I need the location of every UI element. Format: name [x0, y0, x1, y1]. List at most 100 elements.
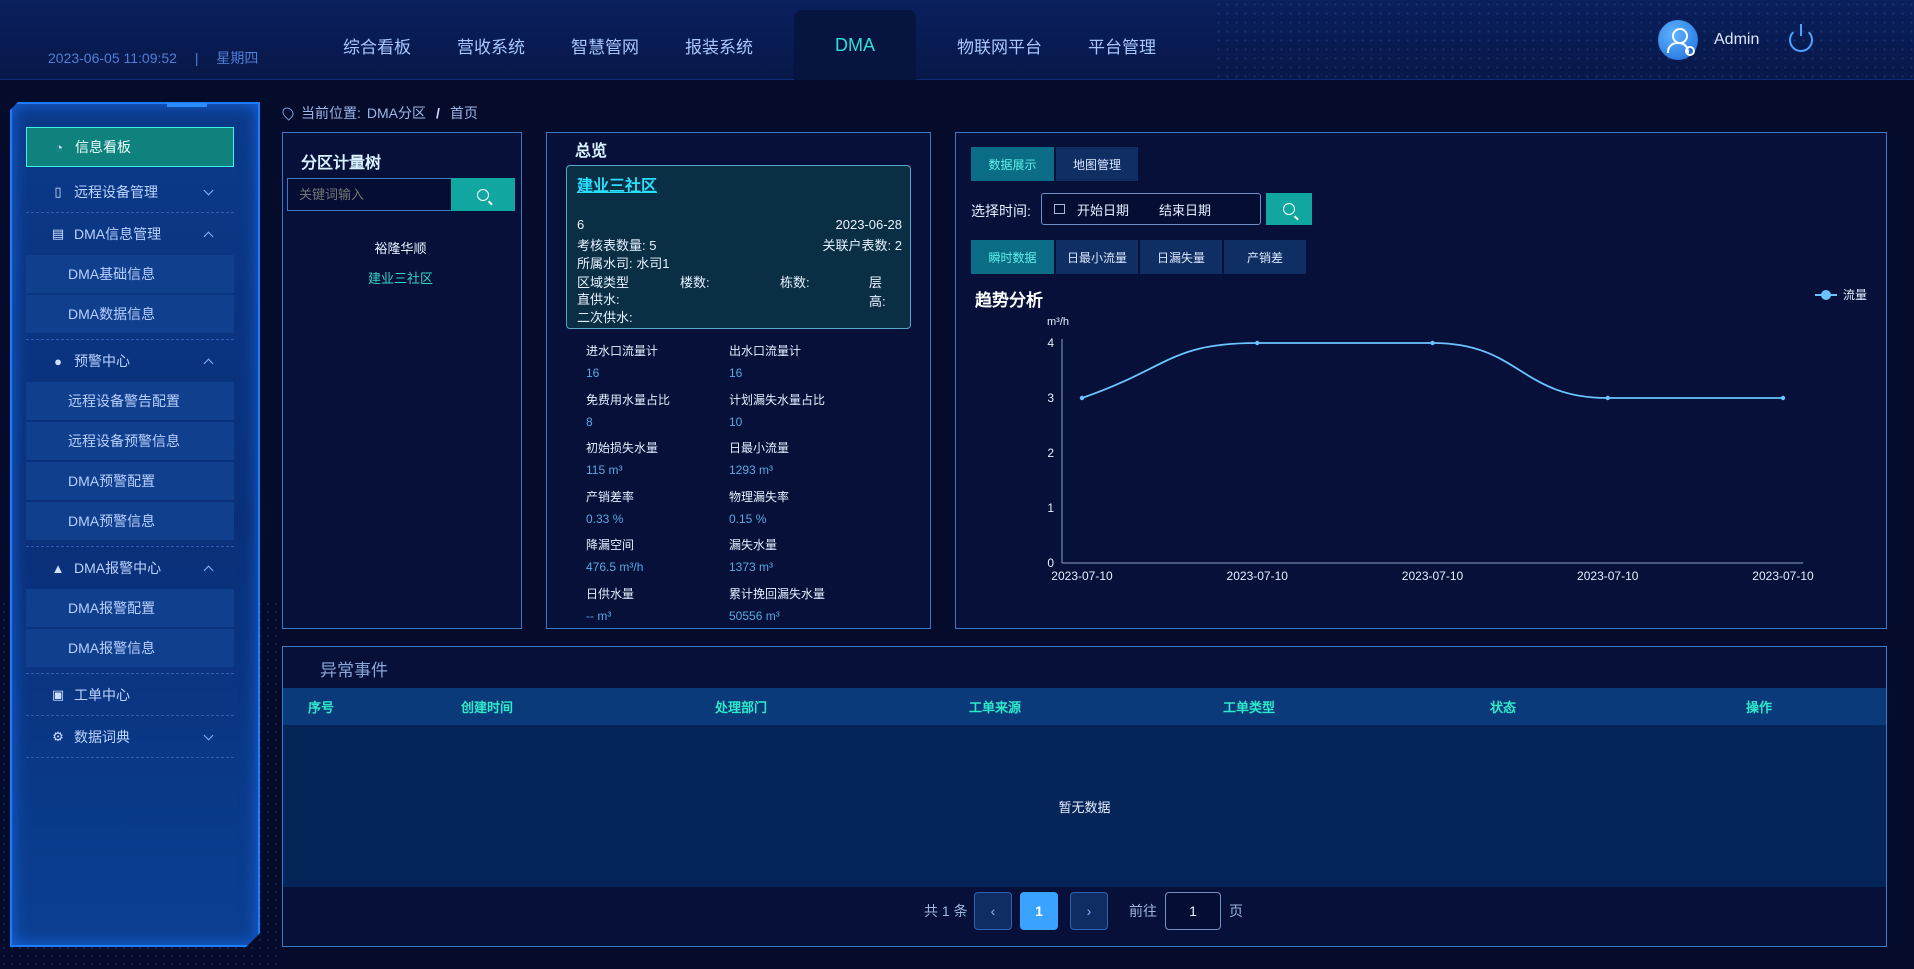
tab-data-display[interactable]: 数据展示 [971, 147, 1054, 181]
sidebar-item-dma-warning-info[interactable]: DMA预警信息 [26, 502, 234, 540]
events-table-header: 序号 创建时间 处理部门 工单来源 工单类型 状态 操作 [283, 688, 1886, 725]
search-icon [1283, 203, 1295, 215]
stat-label: 进水口流量计 [586, 344, 659, 358]
sidebar-item-label: 信息看板 [75, 139, 131, 155]
stat-value: 0.33 % [586, 511, 624, 526]
secondary-supply: 二次供水: [577, 310, 633, 325]
goto-label: 前往 [1129, 903, 1157, 919]
clipboard-icon: ▣ [51, 686, 65, 702]
sidebar-group-alarm: ▲ DMA报警中心 DMA报警配置 DMA报警信息 [26, 547, 234, 674]
series-line-flow [1081, 342, 1783, 399]
sidebar-item-data-dictionary[interactable]: ⚙ 数据词典 [26, 716, 234, 758]
start-date-input[interactable]: 开始日期 [1077, 200, 1129, 219]
nav-dma[interactable]: DMA [794, 10, 916, 80]
sidebar-item-work-orders[interactable]: ▣ 工单中心 [26, 674, 234, 716]
trend-chart: m³/h 0 1 2 3 4 2023-07-10 2023-07-10 2023-07-10 2… [1047, 316, 1814, 583]
tree-search-button[interactable] [451, 178, 515, 211]
nav-platform-admin[interactable]: 平台管理 [1065, 10, 1179, 80]
sidebar-item-dma-warning-config[interactable]: DMA预警配置 [26, 462, 234, 500]
chart-legend[interactable]: 流量 [1815, 286, 1867, 303]
tab-daily-min-flow[interactable]: 日最小流量 [1056, 240, 1138, 274]
district-date: 2023-06-28 [835, 217, 903, 232]
x-tick-label: 2023-07-10 [1752, 569, 1814, 583]
tree-node-yulong[interactable]: 裕隆华顺 [282, 238, 519, 257]
search-icon [477, 188, 489, 201]
nav-revenue[interactable]: 营收系统 [434, 10, 548, 80]
page-suffix: 页 [1229, 903, 1243, 919]
data-point [1255, 340, 1260, 346]
stat-label: 计划漏失水量占比 [729, 392, 826, 407]
x-tick-label: 2023-07-10 [1051, 569, 1113, 583]
x-tick-label: 2023-07-10 [1402, 569, 1464, 583]
stat-label: 免费用水量占比 [586, 392, 671, 407]
column-header: 处理部门 [715, 700, 768, 715]
sidebar-item-alarm-center[interactable]: ▲ DMA报警中心 [26, 547, 234, 589]
column-header: 创建时间 [461, 700, 514, 715]
stat-label: 出水口流量计 [729, 344, 802, 358]
sidebar-item-dma-basic[interactable]: DMA基础信息 [26, 255, 234, 293]
page-number-button[interactable]: 1 [1020, 892, 1058, 930]
tab-instant-data[interactable]: 瞬时数据 [971, 240, 1054, 274]
date-search-button[interactable] [1266, 193, 1312, 225]
sidebar-item-alarm-config[interactable]: DMA报警配置 [26, 589, 234, 627]
stat-value: 115 m³ [586, 463, 623, 477]
district-card[interactable]: 建业三社区 6 2023-06-28 考核表数量: 5 关联户表数: 2 所属水… [566, 165, 911, 329]
sidebar-item-dma-info[interactable]: ▤ DMA信息管理 [26, 213, 234, 255]
avatar[interactable] [1658, 20, 1698, 60]
date-range-picker[interactable]: 开始日期 结束日期 [1041, 193, 1261, 225]
current-datetime: 2023-06-05 11:09:52 [48, 50, 177, 66]
stat-label: 产销差率 [586, 489, 635, 504]
sidebar-item-label: DMA报警中心 [74, 560, 162, 576]
y-tick-label: 4 [1047, 336, 1054, 350]
stat-value: 16 [586, 366, 600, 380]
breadcrumb-separator: / [436, 105, 440, 121]
stat-value: 16 [729, 366, 743, 380]
column-header: 状态 [1490, 700, 1517, 715]
power-icon[interactable] [1789, 24, 1813, 52]
column-header: 序号 [308, 700, 335, 715]
sidebar-item-remote-warning-config[interactable]: 远程设备警告配置 [26, 382, 234, 420]
tab-nrw[interactable]: 产销差 [1224, 240, 1306, 274]
stat-value: -- m³ [586, 608, 612, 623]
chart-title: 趋势分析 [975, 291, 1043, 310]
pagination-total: 共 1 条 [924, 903, 968, 919]
sidebar-item-label: 工单中心 [74, 686, 130, 703]
goto-page-input[interactable] [1165, 892, 1221, 930]
sidebar-item-dashboard[interactable]: ◔ 信息看板 [26, 127, 234, 167]
stat-value: 50556 m³ [729, 608, 780, 623]
stat-label: 漏失水量 [729, 538, 778, 552]
data-point [1079, 395, 1085, 401]
card-row-id-date: 6 2023-06-28 [577, 217, 902, 232]
y-axis-unit: m³/h [1047, 316, 1069, 328]
nav-iot-platform[interactable]: 物联网平台 [934, 10, 1065, 80]
prev-page-button[interactable]: ‹ [974, 892, 1012, 930]
sidebar-item-remote-warning-info[interactable]: 远程设备预警信息 [26, 422, 234, 460]
chevron-up-icon [203, 565, 214, 576]
tab-daily-leakage[interactable]: 日漏失量 [1140, 240, 1222, 274]
breadcrumb-home: 首页 [449, 105, 478, 121]
nav-smart-network[interactable]: 智慧管网 [548, 10, 662, 80]
end-date-input[interactable]: 结束日期 [1159, 200, 1211, 219]
tree-search-input[interactable] [287, 178, 452, 211]
nav-installation[interactable]: 报装系统 [662, 10, 776, 80]
meter-tree-title: 分区计量树 [301, 155, 382, 172]
sidebar-item-dma-data[interactable]: DMA数据信息 [26, 295, 234, 333]
next-page-button[interactable]: › [1070, 892, 1108, 930]
tree-node-jianye[interactable]: 建业三社区 [282, 268, 519, 287]
breadcrumb-dma[interactable]: DMA分区 [367, 103, 426, 123]
nav-dashboard[interactable]: 综合看板 [320, 10, 434, 80]
sidebar-item-remote-devices[interactable]: ▯ 远程设备管理 [26, 171, 234, 213]
sidebar-item-warning-center[interactable]: ● 预警中心 [26, 340, 234, 382]
check-meter-count: 考核表数量: 5 [577, 238, 657, 253]
user-area: Admin [1658, 20, 1759, 60]
column-header: 操作 [1746, 700, 1773, 715]
sidebar-item-label: 预警中心 [74, 353, 130, 369]
card-row-company: 所属水司: 水司1 [577, 253, 902, 272]
tab-map-management[interactable]: 地图管理 [1056, 147, 1138, 181]
column-header: 工单来源 [969, 700, 1022, 715]
district-name[interactable]: 建业三社区 [577, 172, 657, 196]
warning-triangle-icon: ▲ [51, 560, 65, 576]
linked-user-count: 关联户表数: 2 [822, 238, 902, 253]
sidebar-item-alarm-info[interactable]: DMA报警信息 [26, 629, 234, 667]
stat-label: 降漏空间 [586, 538, 635, 552]
